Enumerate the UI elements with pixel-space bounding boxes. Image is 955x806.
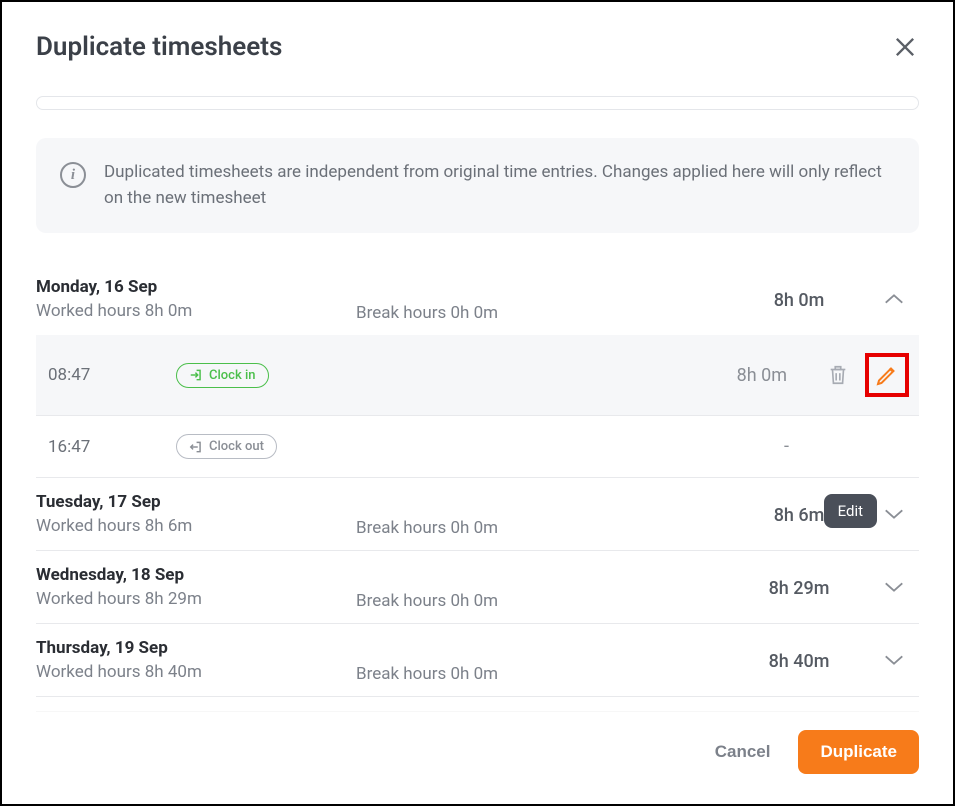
- break-hours: Break hours 0h 0m: [356, 518, 729, 538]
- scroll-area: i Duplicated timesheets are independent …: [36, 96, 919, 711]
- worked-hours: Worked hours 8h 0m: [36, 301, 276, 321]
- entry-time: 16:47: [48, 437, 176, 457]
- clock-out-badge: Clock out: [176, 434, 277, 459]
- collapse-toggle[interactable]: [869, 291, 919, 310]
- chevron-down-icon: [883, 580, 905, 594]
- day-total: 8h 29m: [729, 578, 869, 599]
- pencil-icon[interactable]: [875, 363, 899, 387]
- entry-duration: 8h 0m: [677, 365, 787, 386]
- day-name: Monday, 16 Sep: [36, 277, 276, 297]
- day-total: 8h 40m: [729, 651, 869, 672]
- worked-hours: Worked hours 8h 29m: [36, 589, 276, 609]
- info-icon: i: [60, 162, 86, 188]
- break-hours: Break hours 0h 0m: [356, 303, 729, 323]
- info-text: Duplicated timesheets are independent fr…: [104, 160, 895, 211]
- chevron-up-icon: [883, 292, 905, 306]
- time-entry-clock-out: 16:47 Clock out -: [36, 416, 919, 478]
- day-header-wednesday[interactable]: Wednesday, 18 Sep Worked hours 8h 29m Br…: [36, 551, 919, 624]
- close-icon: [891, 33, 919, 61]
- time-entry-clock-in: 08:47 Clock in 8h 0m: [36, 335, 919, 416]
- entry-time: 08:47: [48, 365, 176, 385]
- break-hours: Break hours 0h 0m: [356, 664, 729, 684]
- duplicate-button[interactable]: Duplicate: [798, 730, 919, 774]
- day-header-friday[interactable]: Friday, 20 Sep 9h 9m: [36, 697, 919, 711]
- edit-tooltip: Edit: [824, 494, 877, 528]
- trash-icon[interactable]: [827, 363, 849, 387]
- day-name: Tuesday, 17 Sep: [36, 492, 276, 512]
- clock-out-icon: [189, 440, 203, 454]
- collapsed-panel-edge: [36, 96, 919, 110]
- chevron-down-icon: [883, 507, 905, 521]
- edit-highlight-box: [865, 353, 909, 397]
- modal-header: Duplicate timesheets: [36, 32, 919, 62]
- day-total: 8h 0m: [729, 290, 869, 311]
- worked-hours: Worked hours 8h 6m: [36, 516, 276, 536]
- clock-in-icon: [189, 368, 203, 382]
- info-banner: i Duplicated timesheets are independent …: [36, 138, 919, 233]
- close-button[interactable]: [891, 33, 919, 61]
- day-header-tuesday[interactable]: Tuesday, 17 Sep Worked hours 8h 6m Break…: [36, 478, 919, 551]
- cancel-button[interactable]: Cancel: [707, 730, 779, 774]
- expand-toggle[interactable]: [869, 652, 919, 671]
- day-header-monday[interactable]: Monday, 16 Sep Worked hours 8h 0m Break …: [36, 263, 919, 335]
- worked-hours: Worked hours 8h 40m: [36, 662, 276, 682]
- chevron-down-icon: [883, 653, 905, 667]
- break-hours: Break hours 0h 0m: [356, 591, 729, 611]
- day-name: Wednesday, 18 Sep: [36, 565, 276, 585]
- clock-in-badge: Clock in: [176, 363, 269, 388]
- modal-title: Duplicate timesheets: [36, 32, 282, 62]
- entry-duration: -: [679, 436, 789, 457]
- expand-toggle[interactable]: [869, 579, 919, 598]
- day-name: Thursday, 19 Sep: [36, 638, 276, 658]
- modal-footer: Cancel Duplicate: [36, 711, 919, 804]
- day-header-thursday[interactable]: Thursday, 19 Sep Worked hours 8h 40m Bre…: [36, 624, 919, 697]
